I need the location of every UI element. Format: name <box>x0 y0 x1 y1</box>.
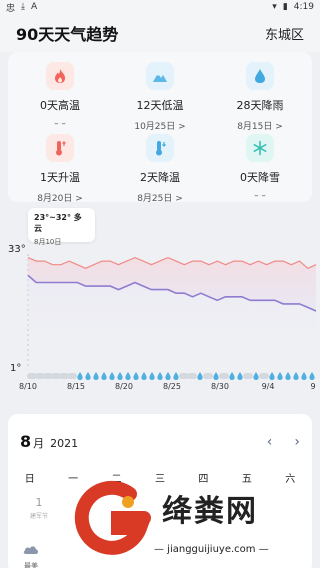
raindrop-icon <box>149 372 155 380</box>
calendar-nav: ‹ › <box>267 434 300 450</box>
raindrop-icon <box>141 372 147 380</box>
raindrop-icon <box>77 372 83 380</box>
watermark-text: 绛粪网 <box>162 494 258 529</box>
tooltip-date: 8月10日 <box>34 238 62 246</box>
wifi-icon: ▾ <box>272 2 277 12</box>
city-selector[interactable]: 东城区 <box>265 24 304 43</box>
tooltip-range: 23°~32° 多云 <box>34 213 82 233</box>
x-tick-label: 9 <box>310 382 315 391</box>
next-month-button[interactable]: › <box>294 434 300 450</box>
battery-icon: ▮ <box>282 2 288 12</box>
raindrop-icon <box>125 372 131 380</box>
flame-icon <box>46 62 74 90</box>
cloud-icon <box>243 373 253 379</box>
calendar-day-festival: 建军节 <box>30 513 49 520</box>
raindrop-icon <box>253 372 259 380</box>
x-tick-label: 8/20 <box>115 382 133 391</box>
raindrop-icon <box>85 372 91 380</box>
watermark: 绛粪网 — jiangguijiuye.com — <box>72 478 320 568</box>
snowflake-icon <box>246 134 274 162</box>
stat-label: 1天升温 <box>40 171 80 184</box>
thermometer-up-icon <box>46 134 74 162</box>
stat-label: 2天降温 <box>140 171 180 184</box>
stat-warming[interactable]: 1天升温 8月20日 > <box>10 134 110 204</box>
x-tick-label: 8/30 <box>211 382 229 391</box>
raindrop-icon <box>109 372 115 380</box>
calendar-day-number: 1 <box>35 496 43 509</box>
stat-date: – – <box>254 191 266 201</box>
stat-label: 0天高温 <box>40 99 80 112</box>
page-header: 90天天气趋势 东城区 <box>0 14 320 52</box>
cloud-icon <box>187 373 197 379</box>
raindrop-icon <box>101 372 107 380</box>
raindrop-icon <box>309 372 315 380</box>
raindrop-icon <box>269 372 275 380</box>
stat-low-temp[interactable]: 12天低温 10月25日 > <box>110 62 210 132</box>
calendar-month: 8 <box>20 432 32 451</box>
raindrop-icon <box>285 372 291 380</box>
notification-icon: 忠 <box>6 3 16 14</box>
stat-date: 8月15日 > <box>237 122 283 132</box>
x-tick-label: 9/4 <box>262 382 275 391</box>
raindrop-icon <box>277 372 283 380</box>
cloud-icon <box>67 373 77 379</box>
raindrop-icon <box>237 372 243 380</box>
stat-rain[interactable]: 28天降雨 8月15日 > <box>210 62 310 132</box>
stat-date: 8月20日 > <box>37 194 83 204</box>
best-day-marker: 最美 <box>22 540 40 568</box>
raindrop-icon <box>157 372 163 380</box>
stat-cooling[interactable]: 2天降温 8月25日 > <box>110 134 210 204</box>
calendar-header: 8 月 2021 <box>20 432 78 451</box>
weather-icon-row <box>27 372 315 380</box>
thermometer-down-icon <box>146 134 174 162</box>
calendar-month-unit: 月 <box>33 437 45 450</box>
raindrop-icon <box>229 372 235 380</box>
watermark-logo-icon <box>74 480 151 555</box>
raindrop-icon <box>93 372 99 380</box>
font-icon: A <box>31 2 38 12</box>
raindrop-icon <box>117 372 123 380</box>
best-day-label: 最美 <box>24 562 38 568</box>
watermark-url: — jiangguijiuye.com — <box>154 544 269 555</box>
raindrop-icon <box>301 372 307 380</box>
prev-month-button[interactable]: ‹ <box>267 434 273 450</box>
stat-label: 28天降雨 <box>236 99 284 112</box>
cloud-icon <box>203 373 213 379</box>
y-min-label: 1° <box>10 363 21 374</box>
raindrop-icon <box>173 372 179 380</box>
stat-date: – – <box>54 119 66 129</box>
raindrop-icon <box>293 372 299 380</box>
x-tick-label: 8/15 <box>67 382 85 391</box>
stat-snow[interactable]: 0天降雪 – – <box>210 134 310 201</box>
calendar-year: 2021 <box>50 437 79 450</box>
chart-tooltip: 23°~32° 多云 8月10日 <box>28 208 95 246</box>
stat-high-temp[interactable]: 0天高温 – – <box>10 62 110 129</box>
status-bar: 忠 ⤓ A ▾ ▮ 4:19 <box>0 0 320 14</box>
raindrop-icon <box>133 372 139 380</box>
raindrop-icon <box>197 372 203 380</box>
stat-label: 12天低温 <box>136 99 184 112</box>
x-tick-label: 8/10 <box>19 382 37 391</box>
weekday-label: 日 <box>24 474 35 485</box>
stat-date: 8月25日 > <box>137 194 183 204</box>
x-axis-labels: 8/10 8/15 8/20 8/25 8/30 9/4 9 <box>19 382 316 391</box>
y-max-label: 33° <box>8 244 26 255</box>
calendar-day[interactable]: 1 建军节 <box>30 496 48 520</box>
snow-mountain-icon <box>146 62 174 90</box>
cloud-icon <box>259 373 269 379</box>
page-title: 90天天气趋势 <box>16 25 119 44</box>
stat-label: 0天降雪 <box>240 171 280 184</box>
download-icon: ⤓ <box>21 2 25 12</box>
cloud-icon <box>219 373 229 379</box>
x-tick-label: 8/25 <box>163 382 181 391</box>
stat-date: 10月25日 > <box>134 122 186 132</box>
raindrop-icon <box>165 372 171 380</box>
status-time: 4:19 <box>293 2 314 12</box>
cloud-icon <box>23 546 38 554</box>
raindrop-icon <box>213 372 219 380</box>
raindrop-icon <box>246 62 274 90</box>
stats-card: 0天高温 – – 12天低温 10月25日 > 28天降雨 8月15日 > 1天… <box>8 52 312 204</box>
